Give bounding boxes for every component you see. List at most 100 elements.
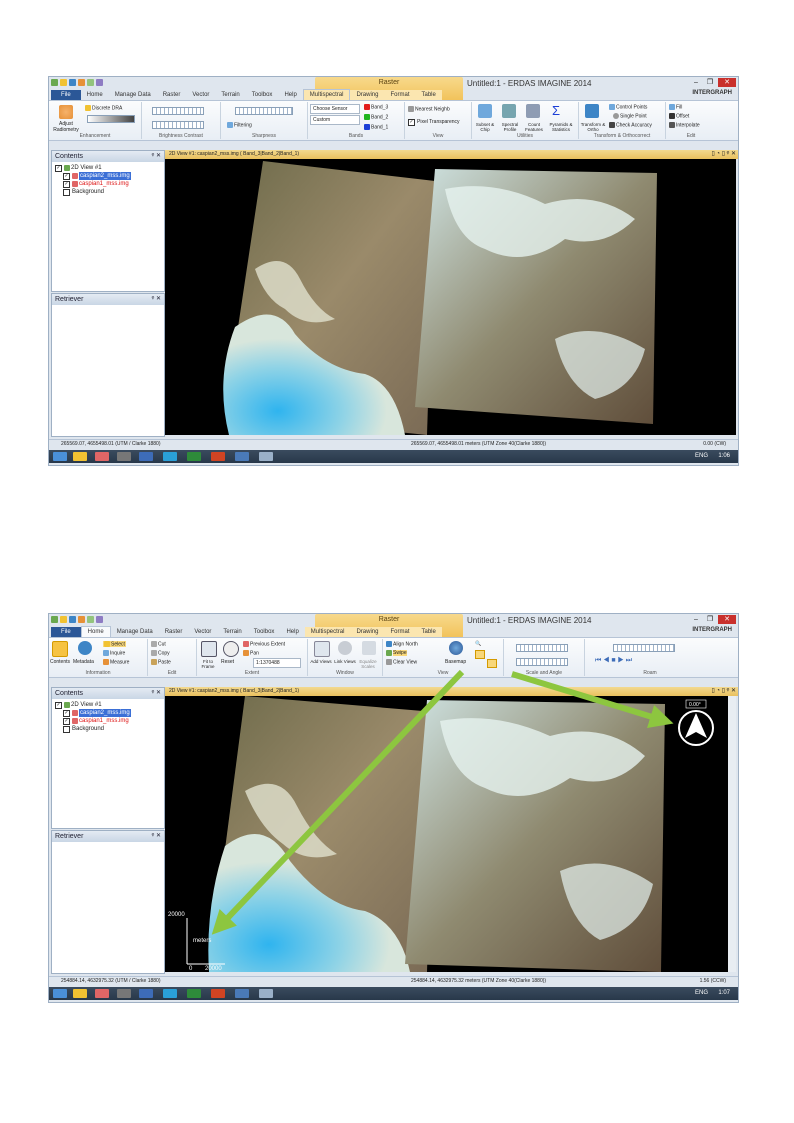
metadata-icon[interactable] — [78, 641, 92, 655]
tab-raster[interactable]: Raster — [159, 627, 189, 637]
check-accuracy-button[interactable]: Check Accuracy — [609, 122, 652, 128]
basemap-button[interactable]: Basemap — [445, 659, 466, 665]
measure-button[interactable]: Measure — [103, 659, 129, 665]
tree-background[interactable]: Background — [55, 725, 161, 733]
equalize-scales-button[interactable]: Equalize Scales — [356, 659, 380, 669]
background-checkbox[interactable] — [63, 725, 70, 733]
tree-layer-1[interactable]: ✓ caspian2_mss.img — [55, 709, 161, 717]
maximize-icon[interactable]: ❐ — [704, 78, 716, 87]
dra-slider[interactable] — [87, 115, 135, 123]
nearest-neighbor-dropdown[interactable]: Nearest Neighb — [408, 106, 450, 112]
contents-icon[interactable] — [52, 641, 68, 657]
add-views-button[interactable]: Add Views — [310, 659, 332, 664]
start-icon[interactable] — [53, 452, 67, 461]
tray-language[interactable]: ENG — [695, 990, 708, 996]
fit-to-frame-icon[interactable] — [201, 641, 217, 657]
tree-layer-2[interactable]: ✓ caspian1_mss.img — [55, 717, 161, 725]
erdas-icon[interactable] — [259, 452, 273, 461]
media-icon[interactable] — [235, 989, 249, 998]
powerpoint-icon[interactable] — [211, 452, 225, 461]
brightness-slider[interactable] — [152, 107, 204, 115]
swipe-button[interactable]: Swipe — [386, 650, 407, 657]
app-icon[interactable] — [51, 616, 58, 623]
spectral-profile-button[interactable]: Spectral Profile — [498, 122, 522, 132]
layer1-checkbox[interactable]: ✓ — [63, 172, 70, 180]
contrast-slider[interactable] — [152, 121, 204, 129]
tab-vector[interactable]: Vector — [186, 90, 215, 100]
link-views-icon[interactable] — [338, 641, 352, 655]
tab-format[interactable]: Format — [384, 627, 416, 637]
clear-view-button[interactable]: Clear View — [386, 659, 417, 665]
basemap-icon[interactable] — [449, 641, 463, 655]
tab-vector[interactable]: Vector — [188, 627, 217, 637]
custom-dropdown[interactable]: Custom — [310, 115, 360, 125]
panel-controls-icon[interactable]: ᵠ ✕ — [152, 688, 161, 699]
north-arrow-icon[interactable] — [487, 659, 497, 668]
tree-layer-2[interactable]: ✓ caspian1_mss.img — [55, 180, 161, 188]
subset-chip-button[interactable]: Subset & Chip — [473, 122, 497, 132]
layer1-checkbox[interactable]: ✓ — [63, 709, 70, 717]
copy-button[interactable]: Copy — [151, 650, 170, 656]
word-icon[interactable] — [139, 452, 153, 461]
excel-icon[interactable] — [187, 989, 201, 998]
spectral-profile-icon[interactable] — [502, 104, 516, 118]
tree-view-node[interactable]: ✓ 2D View #1 — [55, 164, 161, 172]
tab-drawing[interactable]: Drawing — [350, 90, 385, 100]
background-checkbox[interactable] — [63, 188, 70, 196]
tab-home[interactable]: Home — [80, 626, 111, 637]
transform-ortho-button[interactable]: Transform & Ortho — [580, 122, 606, 132]
minimize-icon[interactable]: – — [690, 615, 702, 624]
tab-multispectral[interactable]: Multispectral — [304, 627, 351, 637]
app-icon[interactable] — [51, 79, 58, 86]
map-view[interactable] — [165, 159, 736, 435]
count-features-button[interactable]: Count Features — [522, 122, 546, 132]
scale-bar-icon[interactable] — [475, 650, 485, 659]
single-point-button[interactable]: Single Point — [613, 113, 647, 119]
undo-icon[interactable] — [78, 616, 85, 623]
explorer-icon[interactable] — [73, 989, 87, 998]
browser-icon[interactable] — [163, 989, 177, 998]
fill-button[interactable]: Fill — [669, 104, 682, 110]
start-icon[interactable] — [53, 989, 67, 998]
vertical-scrollbar[interactable] — [728, 696, 736, 972]
open-icon[interactable] — [60, 79, 67, 86]
pan-button[interactable]: Pan — [243, 650, 259, 656]
cut-button[interactable]: Cut — [151, 641, 166, 647]
tab-multispectral[interactable]: Multispectral — [302, 89, 351, 100]
tray-language[interactable]: ENG — [695, 453, 708, 459]
view-checkbox[interactable]: ✓ — [55, 164, 62, 172]
offset-button[interactable]: Offset — [669, 113, 689, 119]
tab-help[interactable]: Help — [280, 627, 304, 637]
tree-background[interactable]: Background — [55, 188, 161, 196]
close-icon[interactable]: ✕ — [718, 615, 736, 624]
tab-raster[interactable]: Raster — [157, 90, 187, 100]
redo-icon[interactable] — [87, 79, 94, 86]
word-icon[interactable] — [139, 989, 153, 998]
band2-select[interactable]: Band_2 — [364, 114, 388, 120]
app-icon[interactable] — [117, 989, 131, 998]
panel-controls-icon[interactable]: ᵠ ✕ — [152, 294, 161, 305]
explorer-icon[interactable] — [73, 452, 87, 461]
tray-clock[interactable]: 1:06 — [718, 453, 730, 459]
transform-icon[interactable] — [585, 104, 599, 118]
tab-help[interactable]: Help — [278, 90, 302, 100]
sigma-icon[interactable]: Σ — [552, 104, 566, 118]
align-north-button[interactable]: Align North — [386, 641, 418, 647]
reset-icon[interactable] — [223, 641, 239, 657]
tab-manage-data[interactable]: Manage Data — [111, 627, 159, 637]
roam-controls[interactable]: ⏮ ◀ ■ ▶ ⏭ — [595, 657, 632, 665]
sharpness-slider[interactable] — [235, 107, 293, 115]
media-icon[interactable] — [235, 452, 249, 461]
fit-to-frame-button[interactable]: Fit to Frame — [198, 659, 218, 669]
tree-view-node[interactable]: ✓ 2D View #1 — [55, 701, 161, 709]
equalize-scales-icon[interactable] — [362, 641, 376, 655]
zoom-icon[interactable]: 🔍 — [475, 641, 481, 647]
roam-slider[interactable] — [613, 644, 675, 652]
count-features-icon[interactable] — [526, 104, 540, 118]
pyramids-statistics-button[interactable]: Pyramids & Statistics — [546, 122, 576, 132]
excel-icon[interactable] — [187, 452, 201, 461]
tab-file[interactable]: File — [51, 627, 81, 637]
transparency-checkbox[interactable]: ✓ — [408, 119, 415, 126]
tools-icon[interactable] — [96, 79, 103, 86]
view-controls-icon[interactable]: ▯ ◔ ▯ ᵠ ✕ — [711, 687, 736, 696]
